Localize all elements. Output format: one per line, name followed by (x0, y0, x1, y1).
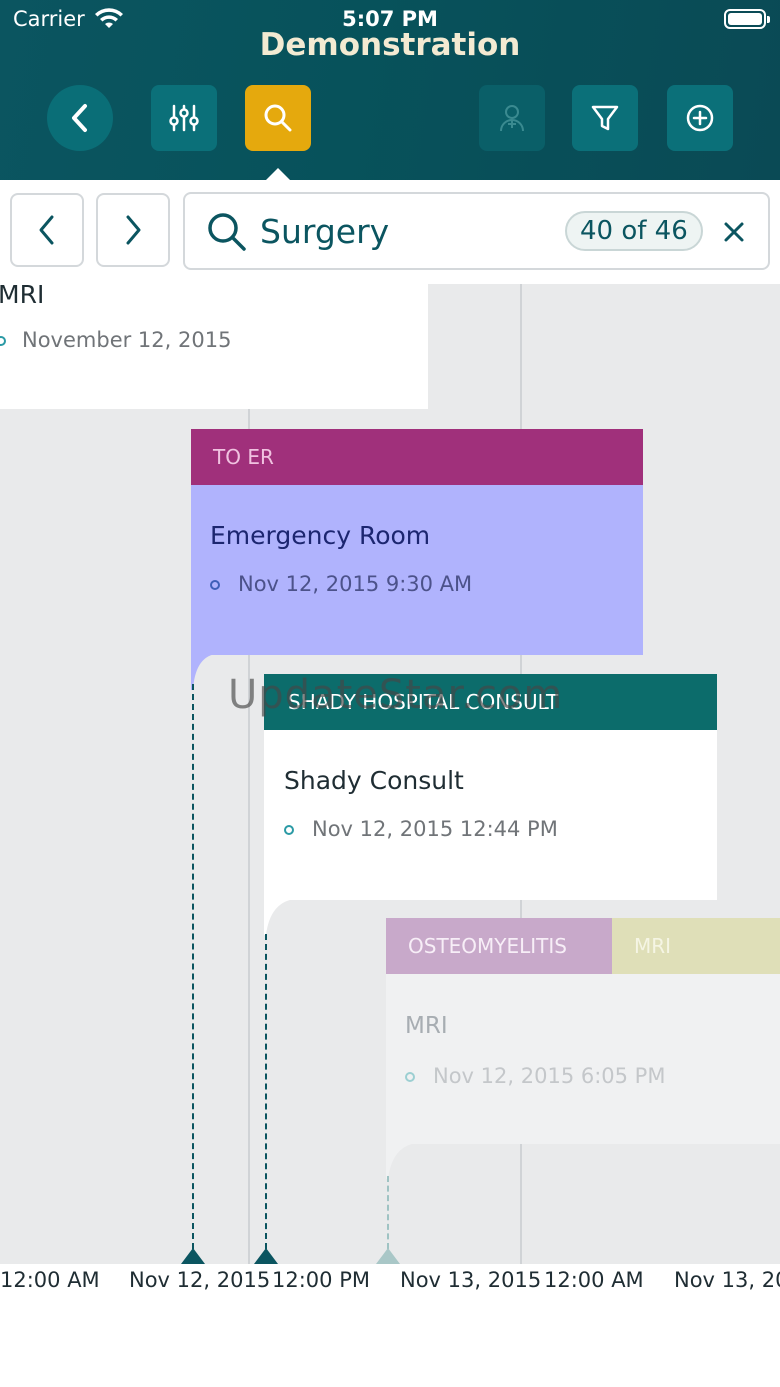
event-marker[interactable] (181, 1248, 205, 1264)
add-person-button[interactable] (479, 85, 545, 151)
page-title: Demonstration (259, 27, 521, 63)
event-connector (387, 1176, 389, 1249)
app-header: Carrier 5:07 PM Demonstration (0, 0, 780, 180)
axis-tick-label: Nov 12, 2015 (129, 1268, 271, 1292)
adjust-button[interactable] (151, 85, 217, 151)
event-tail (264, 899, 294, 935)
event-card[interactable]: MRI November 12, 2015 (0, 284, 428, 409)
event-dot-icon (210, 580, 220, 590)
event-marker[interactable] (376, 1248, 400, 1264)
search-input[interactable]: Surgery 40 of 46 (183, 192, 770, 270)
time-axis: 12:00 AM Nov 12, 2015 12:00 PM Nov 13, 2… (0, 1264, 780, 1387)
search-button[interactable] (245, 85, 311, 151)
next-match-button[interactable] (96, 193, 170, 267)
close-icon[interactable] (720, 218, 748, 246)
event-category: TO ER (191, 429, 643, 485)
chevron-left-icon (39, 215, 54, 245)
search-pointer (266, 168, 290, 180)
previous-match-button[interactable] (10, 193, 84, 267)
event-card[interactable]: TO ER Emergency Room Nov 12, 2015 9:30 A… (191, 429, 643, 655)
event-title: MRI (0, 284, 45, 309)
event-dot-icon (405, 1072, 415, 1082)
event-connector (265, 934, 267, 1249)
search-row: Surgery 40 of 46 (0, 180, 780, 284)
axis-tick-label: 12:00 PM (272, 1268, 370, 1292)
person-add-icon (500, 105, 524, 132)
search-icon (264, 104, 292, 132)
event-category-secondary: MRI (612, 918, 780, 974)
plus-circle-icon (686, 104, 714, 132)
event-category: OSTEOMYELITIS (386, 918, 612, 974)
event-date: November 12, 2015 (22, 328, 232, 352)
timeline-canvas[interactable]: MRI November 12, 2015 TO ER Emergency Ro… (0, 284, 780, 1264)
axis-tick-label: 12:00 AM (544, 1268, 644, 1292)
event-date: Nov 12, 2015 12:44 PM (312, 817, 558, 841)
event-date: Nov 12, 2015 9:30 AM (238, 572, 473, 596)
event-dot-icon (284, 825, 294, 835)
search-query: Surgery (260, 212, 390, 251)
filter-button[interactable] (572, 85, 638, 151)
battery-icon (724, 9, 770, 29)
event-date: Nov 12, 2015 6:05 PM (433, 1064, 666, 1088)
chevron-left-icon (72, 104, 87, 132)
watermark: UpdateStar.com (228, 672, 564, 718)
axis-tick-label: 12:00 AM (0, 1268, 100, 1292)
event-dot-icon (0, 336, 6, 346)
event-title: Shady Consult (284, 766, 464, 795)
match-count-badge: 40 of 46 (565, 211, 703, 251)
event-connector (192, 684, 194, 1249)
event-card[interactable]: OSTEOMYELITIS MRI MRI Nov 12, 2015 6:05 … (386, 918, 780, 1144)
chevron-right-icon (126, 215, 141, 245)
search-icon (208, 213, 246, 251)
back-button[interactable] (47, 85, 113, 151)
event-marker[interactable] (254, 1248, 278, 1264)
filter-icon (591, 105, 619, 131)
axis-tick-label: Nov 13, 2015 (400, 1268, 542, 1292)
event-title: Emergency Room (210, 521, 431, 550)
event-title: MRI (405, 1013, 448, 1039)
event-tail (191, 654, 215, 690)
event-tail (386, 1143, 416, 1179)
add-event-button[interactable] (667, 85, 733, 151)
sliders-icon (169, 104, 199, 132)
axis-tick-label: Nov 13, 20 (674, 1268, 780, 1292)
